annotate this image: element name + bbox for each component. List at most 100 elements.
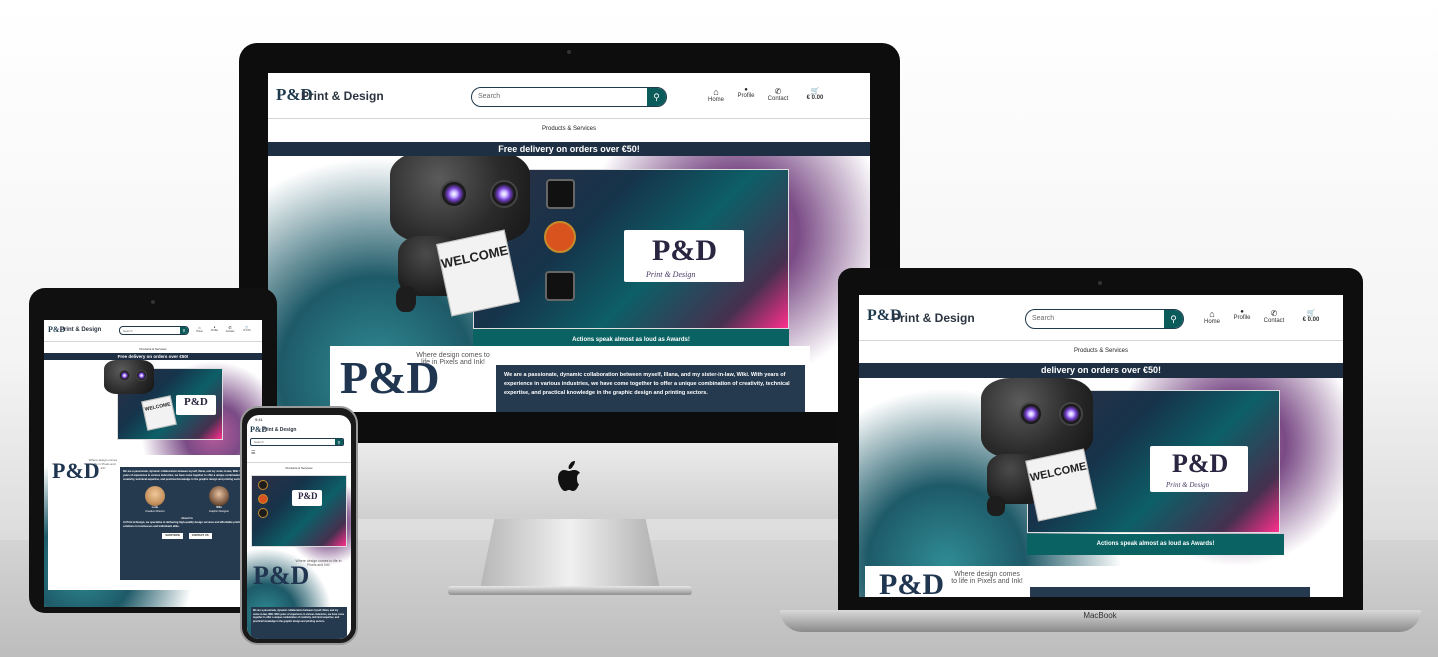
laptop-camera <box>1098 281 1102 285</box>
search-button[interactable]: ⚲ <box>647 88 666 106</box>
cart-icon: 🛒 <box>1306 310 1316 317</box>
home-icon: ⌂ <box>1209 309 1215 319</box>
laptop-screen: P&D Print & Design Search ⚲ ⌂ Home ● Profi… <box>859 295 1343 597</box>
imac-screen: P&D Print & Design Search ⚲ ⌂ Home ● Profi… <box>268 73 870 412</box>
carousel-logo-card: P&D <box>292 490 322 506</box>
nav-home[interactable]: ⌂ Home <box>192 325 207 333</box>
nav-profile[interactable]: ● Profile <box>207 325 222 333</box>
nav-contact[interactable]: ✆ Contact <box>222 325 238 333</box>
about-text <box>1030 587 1310 597</box>
imac-stand-foot <box>448 586 692 595</box>
nav-profile[interactable]: ● Profile <box>1227 309 1257 325</box>
about-text: We are a passionate, dynamic collaborati… <box>120 467 254 580</box>
welcome-paper: WELCOME <box>436 229 520 317</box>
search-form: Search ⚲ <box>471 87 667 107</box>
hero-section: P&D P&D Where design comes to life in Pi… <box>247 473 351 639</box>
cta-buttons: SHOP NOW CONTACT US <box>123 533 251 539</box>
carousel-logo-card: P&D Print & Design <box>624 230 744 282</box>
about-text: We are a passionate, dynamic collaborati… <box>496 365 805 412</box>
tagline: Where design comes to life in Pixels and… <box>295 559 342 567</box>
search-button[interactable]: ⚲ <box>180 327 188 334</box>
team-member: Lotte Creative Director <box>144 486 165 514</box>
main-nav: ⌂ Home ● Profile ✆ Contact 🛒 € 0.00 <box>1197 309 1331 325</box>
products-menu[interactable]: Products & Services <box>859 348 1343 354</box>
nav-profile[interactable]: ● Profile <box>731 87 761 103</box>
search-input[interactable]: Search <box>123 329 133 333</box>
search-input[interactable]: Search <box>478 93 500 100</box>
award-badge <box>258 480 268 490</box>
award-badge <box>258 494 268 504</box>
hero-section: P&D WELCOME P&D Where design comes to li… <box>44 360 262 607</box>
search-input[interactable]: Search <box>1032 315 1054 322</box>
carousel-caption: Actions speak almost as loud as Awards! <box>1027 534 1284 555</box>
hero-section: P&D Print & Design Actions speak almost … <box>859 378 1343 597</box>
site-header: P&D Print & Design Search ⚲ ⌂ Home ● Profi… <box>268 73 870 119</box>
menu-toggle-icon[interactable]: ☰ <box>251 450 255 456</box>
tagline: Where design comes to life in Pixels and… <box>88 458 118 470</box>
phone-icon: ✆ <box>774 87 782 96</box>
laptop-label: MacBook <box>1083 611 1117 620</box>
tablet-camera <box>151 300 155 304</box>
site-header: P&D Print & Design Search ⚲ ⌂ Home ● Profi… <box>859 295 1343 341</box>
carousel-logo: P&D <box>1172 449 1229 478</box>
products-menu[interactable]: Products & Services <box>268 126 870 132</box>
team-list: Lotte Creative Director Wiki Graphic Des… <box>123 486 251 514</box>
about-text: We are a passionate, dynamic collaborati… <box>251 607 347 639</box>
site-brand[interactable]: Print & Design <box>301 89 384 103</box>
nav-home[interactable]: ⌂ Home <box>1197 309 1227 325</box>
main-nav: ⌂ Home ● Profile ✆ Contact 🛒 € 0.00 <box>701 87 835 103</box>
site-brand[interactable]: Print & Design <box>892 311 975 325</box>
carousel-logo: P&D <box>298 491 318 501</box>
nav-cart[interactable]: 🛒 € 0.00 <box>238 325 256 333</box>
imac-camera <box>567 50 571 54</box>
carousel-logo-card: P&D <box>176 395 216 415</box>
delivery-banner: Free delivery on orders over €50! <box>268 142 870 156</box>
search-input[interactable]: Search <box>254 440 264 444</box>
nav-cart[interactable]: 🛒 € 0.00 <box>1291 309 1331 325</box>
hero-carousel[interactable]: P&D <box>251 475 347 547</box>
site-brand[interactable]: Print & Design <box>262 427 296 433</box>
nav-contact[interactable]: ✆ Contact <box>761 87 795 103</box>
carousel-logo-card: P&D Print & Design <box>1150 446 1248 492</box>
products-menu[interactable]: Products & Services <box>247 466 351 470</box>
avatar <box>144 486 165 506</box>
about-logo: P&D <box>879 568 944 597</box>
phone-icon: ✆ <box>1270 309 1278 318</box>
delivery-banner: delivery on orders over €50! <box>859 363 1343 378</box>
search-form: Search ⚲ <box>119 326 189 335</box>
award-badge <box>258 508 268 518</box>
nav-home[interactable]: ⌂ Home <box>701 87 731 103</box>
avatar <box>208 486 229 506</box>
status-time: 9:41 <box>255 417 263 422</box>
products-menu[interactable]: Products & Services <box>44 347 262 351</box>
phone-screen: 9:41 P&D Print & Design Search ⚲ ☰ Produ… <box>247 415 351 639</box>
tablet-screen: P&D Print & Design Search ⚲ ⌂ Home ● Profi… <box>44 320 262 607</box>
award-badge <box>546 179 575 209</box>
search-button[interactable]: ⚲ <box>335 439 343 445</box>
award-badge <box>545 271 575 301</box>
nav-cart[interactable]: 🛒 € 0.00 <box>795 87 835 103</box>
team-member: Wiki Graphic Designer <box>209 486 229 514</box>
award-badge <box>544 221 576 253</box>
home-icon: ⌂ <box>713 87 719 97</box>
imac-stand <box>480 519 660 589</box>
main-nav: ⌂ Home ● Profile ✆ Contact 🛒 € 0.00 <box>192 325 256 333</box>
tagline: Where design comes to life in Pixels and… <box>416 352 490 366</box>
nav-contact[interactable]: ✆ Contact <box>1257 309 1291 325</box>
shop-now-button[interactable]: SHOP NOW <box>162 533 183 539</box>
carousel-logo: P&D <box>652 234 717 267</box>
hero-section: P&D Print & Design Actions speak almost … <box>268 156 870 412</box>
cart-icon: 🛒 <box>810 88 820 95</box>
welcome-paper: WELCOME <box>1025 448 1097 522</box>
search-form: Search ⚲ <box>1025 309 1184 329</box>
apple-logo-icon <box>558 461 580 491</box>
contact-us-button[interactable]: CONTACT US <box>188 533 212 539</box>
welcome-paper: WELCOME <box>141 395 177 431</box>
search-button[interactable]: ⚲ <box>1164 310 1183 328</box>
search-form: Search ⚲ <box>250 438 344 446</box>
carousel-logo: P&D <box>184 396 208 408</box>
site-brand[interactable]: Print & Design <box>60 327 101 333</box>
delivery-banner: Free delivery on orders over €50! <box>44 353 262 360</box>
site-header: P&D Print & Design Search ⚲ ☰ <box>247 423 351 463</box>
tagline: Where design comes to life in Pixels and… <box>951 571 1023 585</box>
